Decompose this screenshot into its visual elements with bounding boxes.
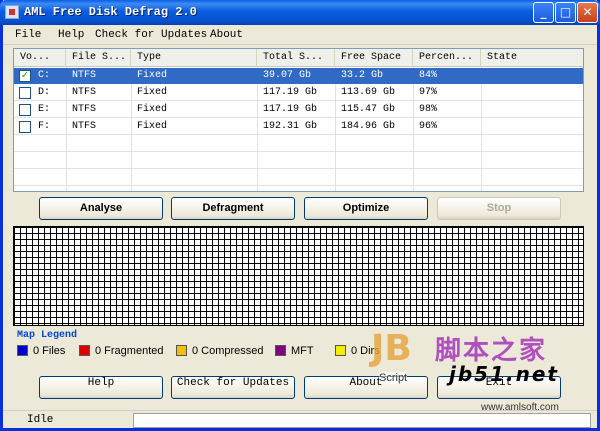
cell-free-space: 184.96 Gb (341, 121, 396, 132)
col-header-volume[interactable]: Vo... (14, 49, 66, 67)
col-header-free-space[interactable]: Free Space (335, 49, 413, 67)
watermark-site: jb51.net (449, 362, 559, 386)
cell-type: Fixed (137, 87, 168, 98)
disk-cluster-map (13, 226, 584, 326)
minimize-icon: _ (540, 5, 547, 19)
cell-state (481, 119, 583, 135)
col-header-total-size[interactable]: Total S... (257, 49, 335, 67)
watermark-logo: JB Script (371, 328, 423, 390)
cell-total-size: 39.07 Gb (263, 70, 312, 81)
files-swatch (17, 345, 28, 356)
row-divider (14, 151, 583, 152)
checkbox-volume-e[interactable] (19, 104, 31, 116)
cell-percent: 96% (419, 121, 438, 132)
col-header-percent[interactable]: Percen... (413, 49, 481, 67)
cell-filesystem: NTFS (72, 104, 97, 115)
cell-volume: F: (38, 121, 51, 132)
cell-free-space: 115.47 Gb (341, 104, 396, 115)
close-icon: ✕ (582, 5, 593, 19)
cell-volume: C: (38, 70, 51, 81)
cell-volume: E: (38, 104, 51, 115)
table-row[interactable]: ✓ C: NTFS Fixed 39.07 Gb 33.2 Gb 84% (14, 68, 583, 84)
table-row[interactable]: D: NTFS Fixed 117.19 Gb 113.69 Gb 97% (14, 85, 583, 101)
legend-item-fragmented: 0 Fragmented (79, 345, 163, 359)
cell-total-size: 192.31 Gb (263, 121, 318, 132)
status-progress-pane (133, 413, 591, 428)
legend-label: 0 Files (33, 345, 66, 357)
menu-help[interactable]: Help (58, 29, 84, 41)
maximize-button[interactable]: □ (555, 2, 576, 23)
table-row[interactable]: F: NTFS Fixed 192.31 Gb 184.96 Gb 96% (14, 119, 583, 135)
checkbox-volume-c[interactable]: ✓ (19, 70, 31, 82)
dirs-swatch (335, 345, 346, 356)
cell-total-size: 117.19 Gb (263, 87, 318, 98)
legend-label: 0 Compressed (192, 345, 264, 357)
legend-item-compressed: 0 Compressed (176, 345, 264, 359)
checkbox-volume-f[interactable] (19, 121, 31, 133)
cell-state (481, 102, 583, 118)
menu-check-for-updates[interactable]: Check for Updates (95, 29, 207, 41)
menu-bar: File Help Check for Updates About (3, 25, 597, 45)
volume-table[interactable]: Vo... File S... Type Total S... Free Spa… (13, 48, 584, 192)
maximize-icon: □ (559, 5, 572, 19)
col-header-filesystem[interactable]: File S... (66, 49, 131, 67)
col-header-state[interactable]: State (481, 49, 583, 67)
menu-file[interactable]: File (15, 29, 41, 41)
analyse-button[interactable]: Analyse (39, 197, 163, 220)
window-title: AML Free Disk Defrag 2.0 (24, 5, 197, 19)
menu-about[interactable]: About (210, 29, 243, 41)
row-divider (14, 168, 583, 169)
legend-title: Map Legend (17, 330, 78, 341)
cell-state (481, 68, 583, 84)
status-text: Idle (27, 414, 54, 426)
cell-percent: 84% (419, 70, 438, 81)
legend-label: 0 Fragmented (95, 345, 164, 357)
legend-item-mft: MFT (275, 345, 314, 359)
help-button[interactable]: Help (39, 376, 163, 399)
cell-type: Fixed (137, 70, 168, 81)
mft-swatch (275, 345, 286, 356)
main-window: AML Free Disk Defrag 2.0 _ □ ✕ File Help… (0, 0, 600, 431)
app-icon (5, 5, 19, 19)
cell-filesystem: NTFS (72, 87, 97, 98)
stop-button[interactable]: Stop (437, 197, 561, 220)
watermark-script-label: Script (379, 372, 408, 384)
compressed-swatch (176, 345, 187, 356)
col-header-type[interactable]: Type (131, 49, 257, 67)
watermark-url: www.amlsoft.com (481, 402, 559, 413)
row-divider (14, 185, 583, 186)
close-button[interactable]: ✕ (577, 2, 598, 23)
cell-percent: 98% (419, 104, 438, 115)
defragment-button[interactable]: Defragment (171, 197, 295, 220)
cell-volume: D: (38, 87, 51, 98)
watermark-logo-letters: JB (371, 328, 412, 369)
fragmented-swatch (79, 345, 90, 356)
legend-label: MFT (291, 345, 314, 357)
cell-filesystem: NTFS (72, 70, 97, 81)
title-bar[interactable]: AML Free Disk Defrag 2.0 _ □ ✕ (0, 0, 600, 25)
minimize-button[interactable]: _ (533, 2, 554, 23)
cell-type: Fixed (137, 104, 168, 115)
cell-filesystem: NTFS (72, 121, 97, 132)
checkbox-volume-d[interactable] (19, 87, 31, 99)
cell-total-size: 117.19 Gb (263, 104, 318, 115)
cell-percent: 97% (419, 87, 438, 98)
cell-free-space: 33.2 Gb (341, 70, 384, 81)
table-row[interactable]: E: NTFS Fixed 117.19 Gb 115.47 Gb 98% (14, 102, 583, 118)
table-header: Vo... File S... Type Total S... Free Spa… (14, 49, 583, 67)
check-for-updates-button[interactable]: Check for Updates (171, 376, 295, 399)
legend-item-files: 0 Files (17, 345, 65, 359)
cell-free-space: 113.69 Gb (341, 87, 396, 98)
optimize-button[interactable]: Optimize (304, 197, 428, 220)
cell-type: Fixed (137, 121, 168, 132)
cell-state (481, 85, 583, 101)
